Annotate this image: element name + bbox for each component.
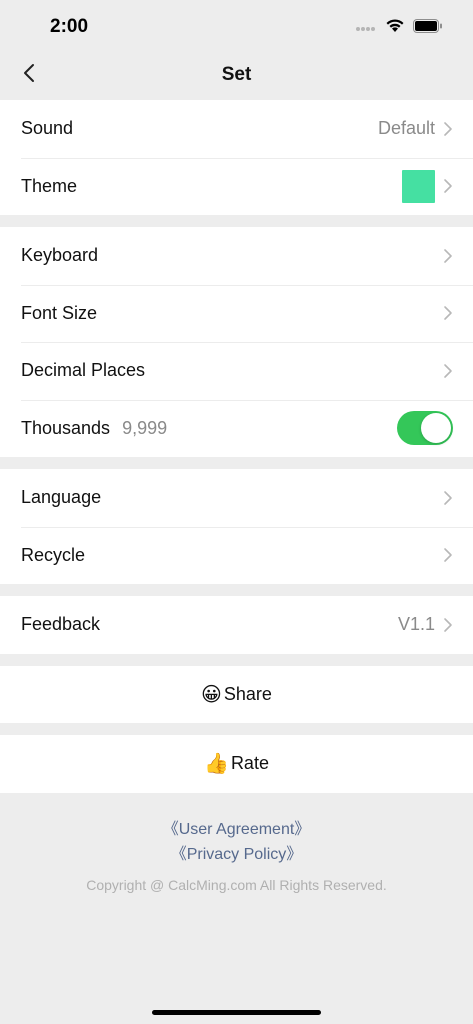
recycle-row[interactable]: Recycle (0, 526, 473, 585)
thousands-row: Thousands 9,999 (0, 399, 473, 458)
font-size-label: Font Size (21, 302, 98, 323)
thumbs-up-emoji-icon: 👍 (204, 753, 229, 776)
font-size-row[interactable]: Font Size (0, 284, 473, 343)
chevron-right-icon (443, 547, 453, 563)
settings-group-feedback: Feedback V1.1 (0, 596, 473, 654)
chevron-right-icon (443, 178, 453, 194)
language-label: Language (21, 487, 102, 508)
share-button[interactable]: 😀 Share (0, 666, 473, 724)
rate-button[interactable]: 👍 Rate (0, 735, 473, 793)
settings-group-system: Language Recycle (0, 469, 473, 584)
settings-group-general: Sound Default Theme (0, 100, 473, 215)
keyboard-row[interactable]: Keyboard (0, 227, 473, 285)
home-indicator (152, 1010, 321, 1015)
thousands-toggle[interactable] (397, 411, 453, 446)
status-time: 2:00 (50, 16, 89, 37)
nav-bar: Set (0, 50, 473, 100)
page-title: Set (221, 64, 252, 85)
share-group: 😀 Share (0, 665, 473, 724)
recycle-label: Recycle (21, 544, 86, 565)
chevron-right-icon (443, 490, 453, 506)
theme-row[interactable]: Theme (0, 157, 473, 216)
theme-color-swatch (402, 169, 435, 203)
decimal-places-label: Decimal Places (21, 360, 146, 381)
chevron-right-icon (443, 305, 453, 321)
theme-label: Theme (21, 175, 78, 196)
keyboard-label: Keyboard (21, 245, 99, 266)
thousands-label: Thousands (21, 417, 111, 438)
chevron-right-icon (443, 248, 453, 264)
footer: 《User Agreement》 《Privacy Policy》 Copyri… (0, 793, 473, 893)
toggle-knob (421, 413, 451, 444)
language-row[interactable]: Language (0, 469, 473, 527)
wifi-icon (385, 18, 405, 38)
rate-group: 👍 Rate (0, 735, 473, 793)
sound-value: Default (377, 118, 435, 139)
copyright-text: Copyright @ CalcMing.com All Rights Rese… (86, 876, 387, 893)
sound-label: Sound (21, 118, 74, 139)
rate-label: Rate (230, 753, 269, 774)
chevron-right-icon (443, 121, 453, 137)
feedback-label: Feedback (21, 614, 101, 635)
feedback-row[interactable]: Feedback V1.1 (0, 596, 473, 654)
status-icons (355, 18, 443, 38)
chevron-right-icon (443, 363, 453, 379)
settings-group-input: Keyboard Font Size Decimal Places Thousa… (0, 227, 473, 457)
privacy-policy-link[interactable]: 《Privacy Policy》 (0, 842, 473, 867)
chevron-right-icon (443, 617, 453, 633)
status-bar: 2:00 (0, 0, 473, 50)
battery-icon (413, 18, 443, 38)
smile-emoji-icon: 😀 (201, 683, 222, 706)
signal-dots-icon (355, 19, 377, 37)
version-value: V1.1 (397, 614, 435, 635)
user-agreement-link[interactable]: 《User Agreement》 (0, 817, 473, 842)
share-label: Share (223, 683, 272, 704)
sound-row[interactable]: Sound Default (0, 100, 473, 158)
thousands-example: 9,999 (122, 417, 168, 438)
decimal-places-row[interactable]: Decimal Places (0, 342, 473, 400)
